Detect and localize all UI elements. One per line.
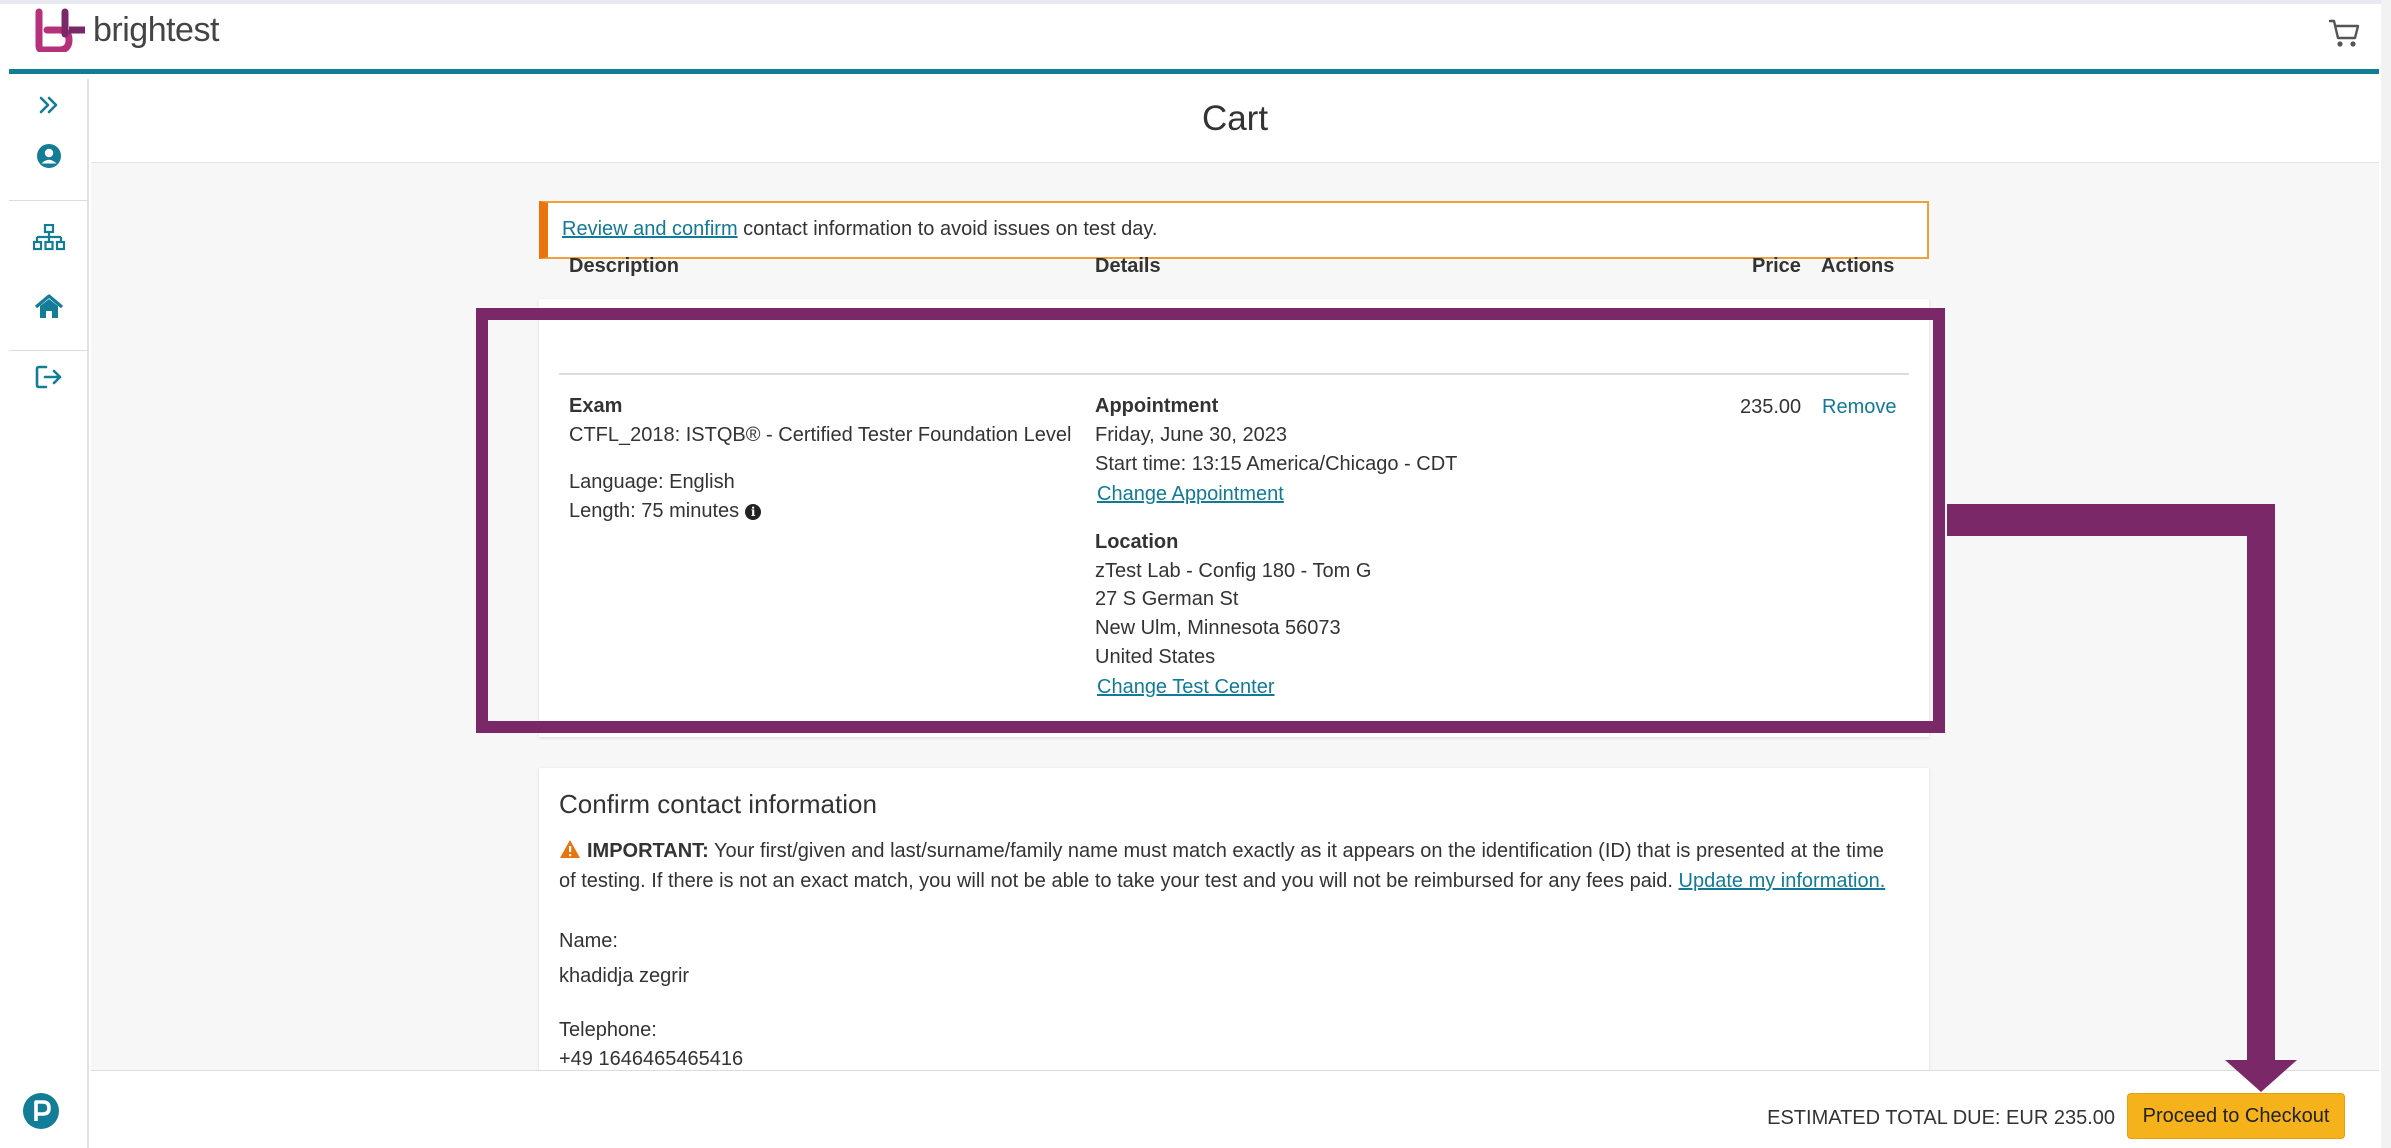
notice-text: contact information to avoid issues on t… <box>737 218 1158 240</box>
item-price: 235.00 <box>1740 396 1802 418</box>
location-city: New Ulm, Minnesota 56073 <box>1095 617 1341 639</box>
double-chevron-right-icon <box>39 96 58 114</box>
sidebar-home-button[interactable] <box>9 281 89 333</box>
top-header: brightest <box>9 4 2379 74</box>
sitemap-icon <box>33 224 65 251</box>
header-description: Description <box>569 255 680 277</box>
brand-logo[interactable]: brightest <box>35 8 219 52</box>
exam-length: Length: 75 minutes i <box>569 500 762 523</box>
location-name: zTest Lab - Config 180 - Tom G <box>1095 560 1372 582</box>
app-window: brightest Cart Review and confirm contac… <box>0 0 2391 1148</box>
page-title: Cart <box>1201 99 1269 138</box>
home-icon <box>34 294 64 318</box>
header-actions: Actions <box>1821 255 1895 277</box>
update-info-link[interactable]: Update my information. <box>1679 870 1886 892</box>
item-type: Exam <box>569 395 623 417</box>
left-edge <box>0 4 9 1148</box>
right-edge <box>2381 0 2391 1148</box>
brand-name: brightest <box>93 10 219 49</box>
contact-title: Confirm contact information <box>559 789 877 819</box>
change-appointment-link[interactable]: Change Appointment <box>1097 483 1284 506</box>
estimated-total: ESTIMATED TOTAL DUE: EUR 235.00 <box>1767 1107 2115 1129</box>
sidebar-divider <box>9 200 89 201</box>
phone-label: Telephone: <box>559 1019 657 1041</box>
sidebar-account-button[interactable] <box>9 130 89 182</box>
sidebar-logout-button[interactable] <box>9 351 89 403</box>
info-icon[interactable]: i <box>745 503 762 520</box>
proceed-to-checkout-button[interactable]: Proceed to Checkout <box>2127 1093 2345 1139</box>
name-value: khadidja zegrir <box>559 965 690 987</box>
sidebar-expand-button[interactable] <box>9 79 89 131</box>
table-header-divider <box>559 373 1909 375</box>
user-icon <box>37 144 61 168</box>
cart-icon[interactable] <box>2327 16 2361 50</box>
location-street: 27 S German St <box>1095 588 1239 610</box>
header-details: Details <box>1095 255 1161 277</box>
sidebar <box>9 79 89 1148</box>
warning-icon <box>560 840 580 858</box>
annotation-arrow-horizontal <box>1947 504 2272 536</box>
appointment-label: Appointment <box>1095 395 1219 417</box>
important-label: IMPORTANT: <box>587 840 709 862</box>
review-confirm-link[interactable]: Review and confirm <box>562 218 738 240</box>
pearson-icon[interactable] <box>22 1092 60 1130</box>
exam-length-text: Length: 75 minutes <box>569 500 740 522</box>
logout-icon <box>35 365 62 389</box>
appointment-date: Friday, June 30, 2023 <box>1095 424 1287 446</box>
appointment-start-time: Start time: 13:15 America/Chicago - CDT <box>1095 453 1458 475</box>
page-title-bar: Cart <box>91 79 2379 163</box>
location-label: Location <box>1095 531 1179 553</box>
contact-notice-banner: Review and confirm contact information t… <box>539 201 1929 259</box>
phone-value: +49 1646465465416 <box>559 1048 744 1070</box>
exam-language: Language: English <box>569 471 735 493</box>
change-test-center-link[interactable]: Change Test Center <box>1097 676 1275 699</box>
brightest-logo-icon <box>35 8 85 52</box>
name-label: Name: <box>559 930 618 952</box>
checkout-footer: ESTIMATED TOTAL DUE: EUR 235.00 Proceed … <box>91 1070 2379 1148</box>
location-country: United States <box>1095 646 1216 668</box>
exam-name: CTFL_2018: ISTQB® - Certified Tester Fou… <box>569 424 1072 446</box>
sidebar-sitemap-button[interactable] <box>9 212 89 264</box>
important-notice: IMPORTANT: Your first/given and last/sur… <box>559 836 1899 896</box>
annotation-arrow-head <box>2225 1060 2297 1092</box>
annotation-arrow-vertical <box>2247 504 2275 1064</box>
header-price: Price <box>1752 255 1801 277</box>
remove-item-button[interactable]: Remove <box>1822 396 1896 419</box>
